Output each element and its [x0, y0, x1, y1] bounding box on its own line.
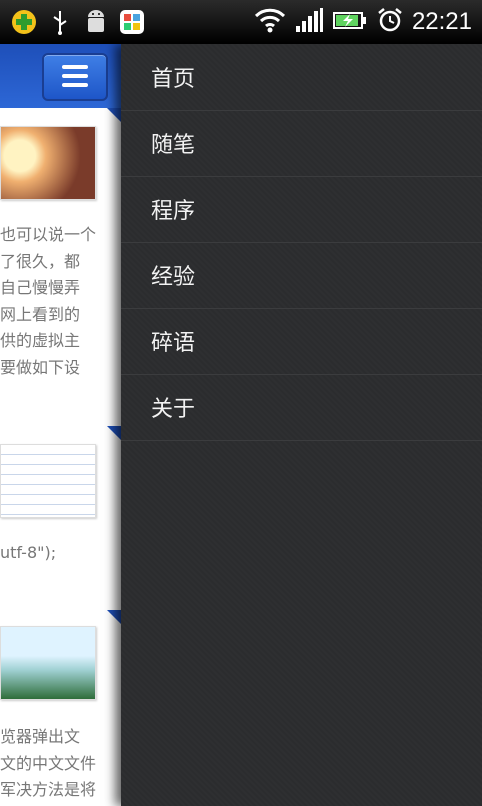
article-thumbnail[interactable]: [0, 626, 96, 700]
alarm-icon: [376, 6, 404, 38]
signal-icon: [294, 6, 324, 38]
usb-icon: [46, 8, 74, 36]
app-store-icon: [118, 8, 146, 36]
battery-charging-icon: [332, 6, 368, 38]
nav-item-home[interactable]: 首页: [121, 44, 482, 111]
article-snippet[interactable]: 览器弹出文 文的中文文件 军决方法是将: [0, 724, 121, 804]
article-thumbnail[interactable]: [0, 126, 96, 200]
status-time: 22:21: [411, 8, 472, 35]
app-header: [0, 44, 121, 108]
status-left-icons: [10, 8, 146, 36]
android-debug-icon: [82, 8, 110, 36]
card-corner-marker: [107, 610, 121, 624]
status-right-icons: 22:21: [254, 6, 472, 38]
nav-item-programs[interactable]: 程序: [121, 176, 482, 243]
nav-item-experience[interactable]: 经验: [121, 242, 482, 309]
wifi-icon: [254, 6, 286, 38]
nav-item-label: 碎语: [151, 331, 196, 356]
nav-item-essays[interactable]: 随笔: [121, 110, 482, 177]
nav-item-label: 关于: [151, 397, 196, 422]
status-bar: 22:21: [0, 0, 482, 44]
nav-item-fragments[interactable]: 碎语: [121, 308, 482, 375]
nav-item-label: 随笔: [151, 133, 196, 158]
card-corner-marker: [107, 426, 121, 440]
article-thumbnail[interactable]: [0, 444, 96, 518]
nav-item-about[interactable]: 关于: [121, 374, 482, 441]
nav-item-label: 经验: [151, 265, 196, 290]
background-app: 也可以说一个 了很久，都 自己慢慢弄 网上看到的 供的虚拟主 要做如下设 utf…: [0, 44, 121, 806]
nav-item-label: 首页: [151, 67, 196, 92]
article-snippet[interactable]: 也可以说一个 了很久，都 自己慢慢弄 网上看到的 供的虚拟主 要做如下设: [0, 222, 121, 381]
app-plus-icon: [10, 8, 38, 36]
menu-toggle-button[interactable]: [42, 53, 108, 101]
nav-item-label: 程序: [151, 199, 196, 224]
card-corner-marker: [107, 108, 121, 122]
article-snippet[interactable]: utf-8");: [0, 540, 121, 567]
navigation-drawer: 首页 随笔 程序 经验 碎语 关于: [121, 44, 482, 806]
hamburger-menu-icon: [62, 65, 88, 69]
